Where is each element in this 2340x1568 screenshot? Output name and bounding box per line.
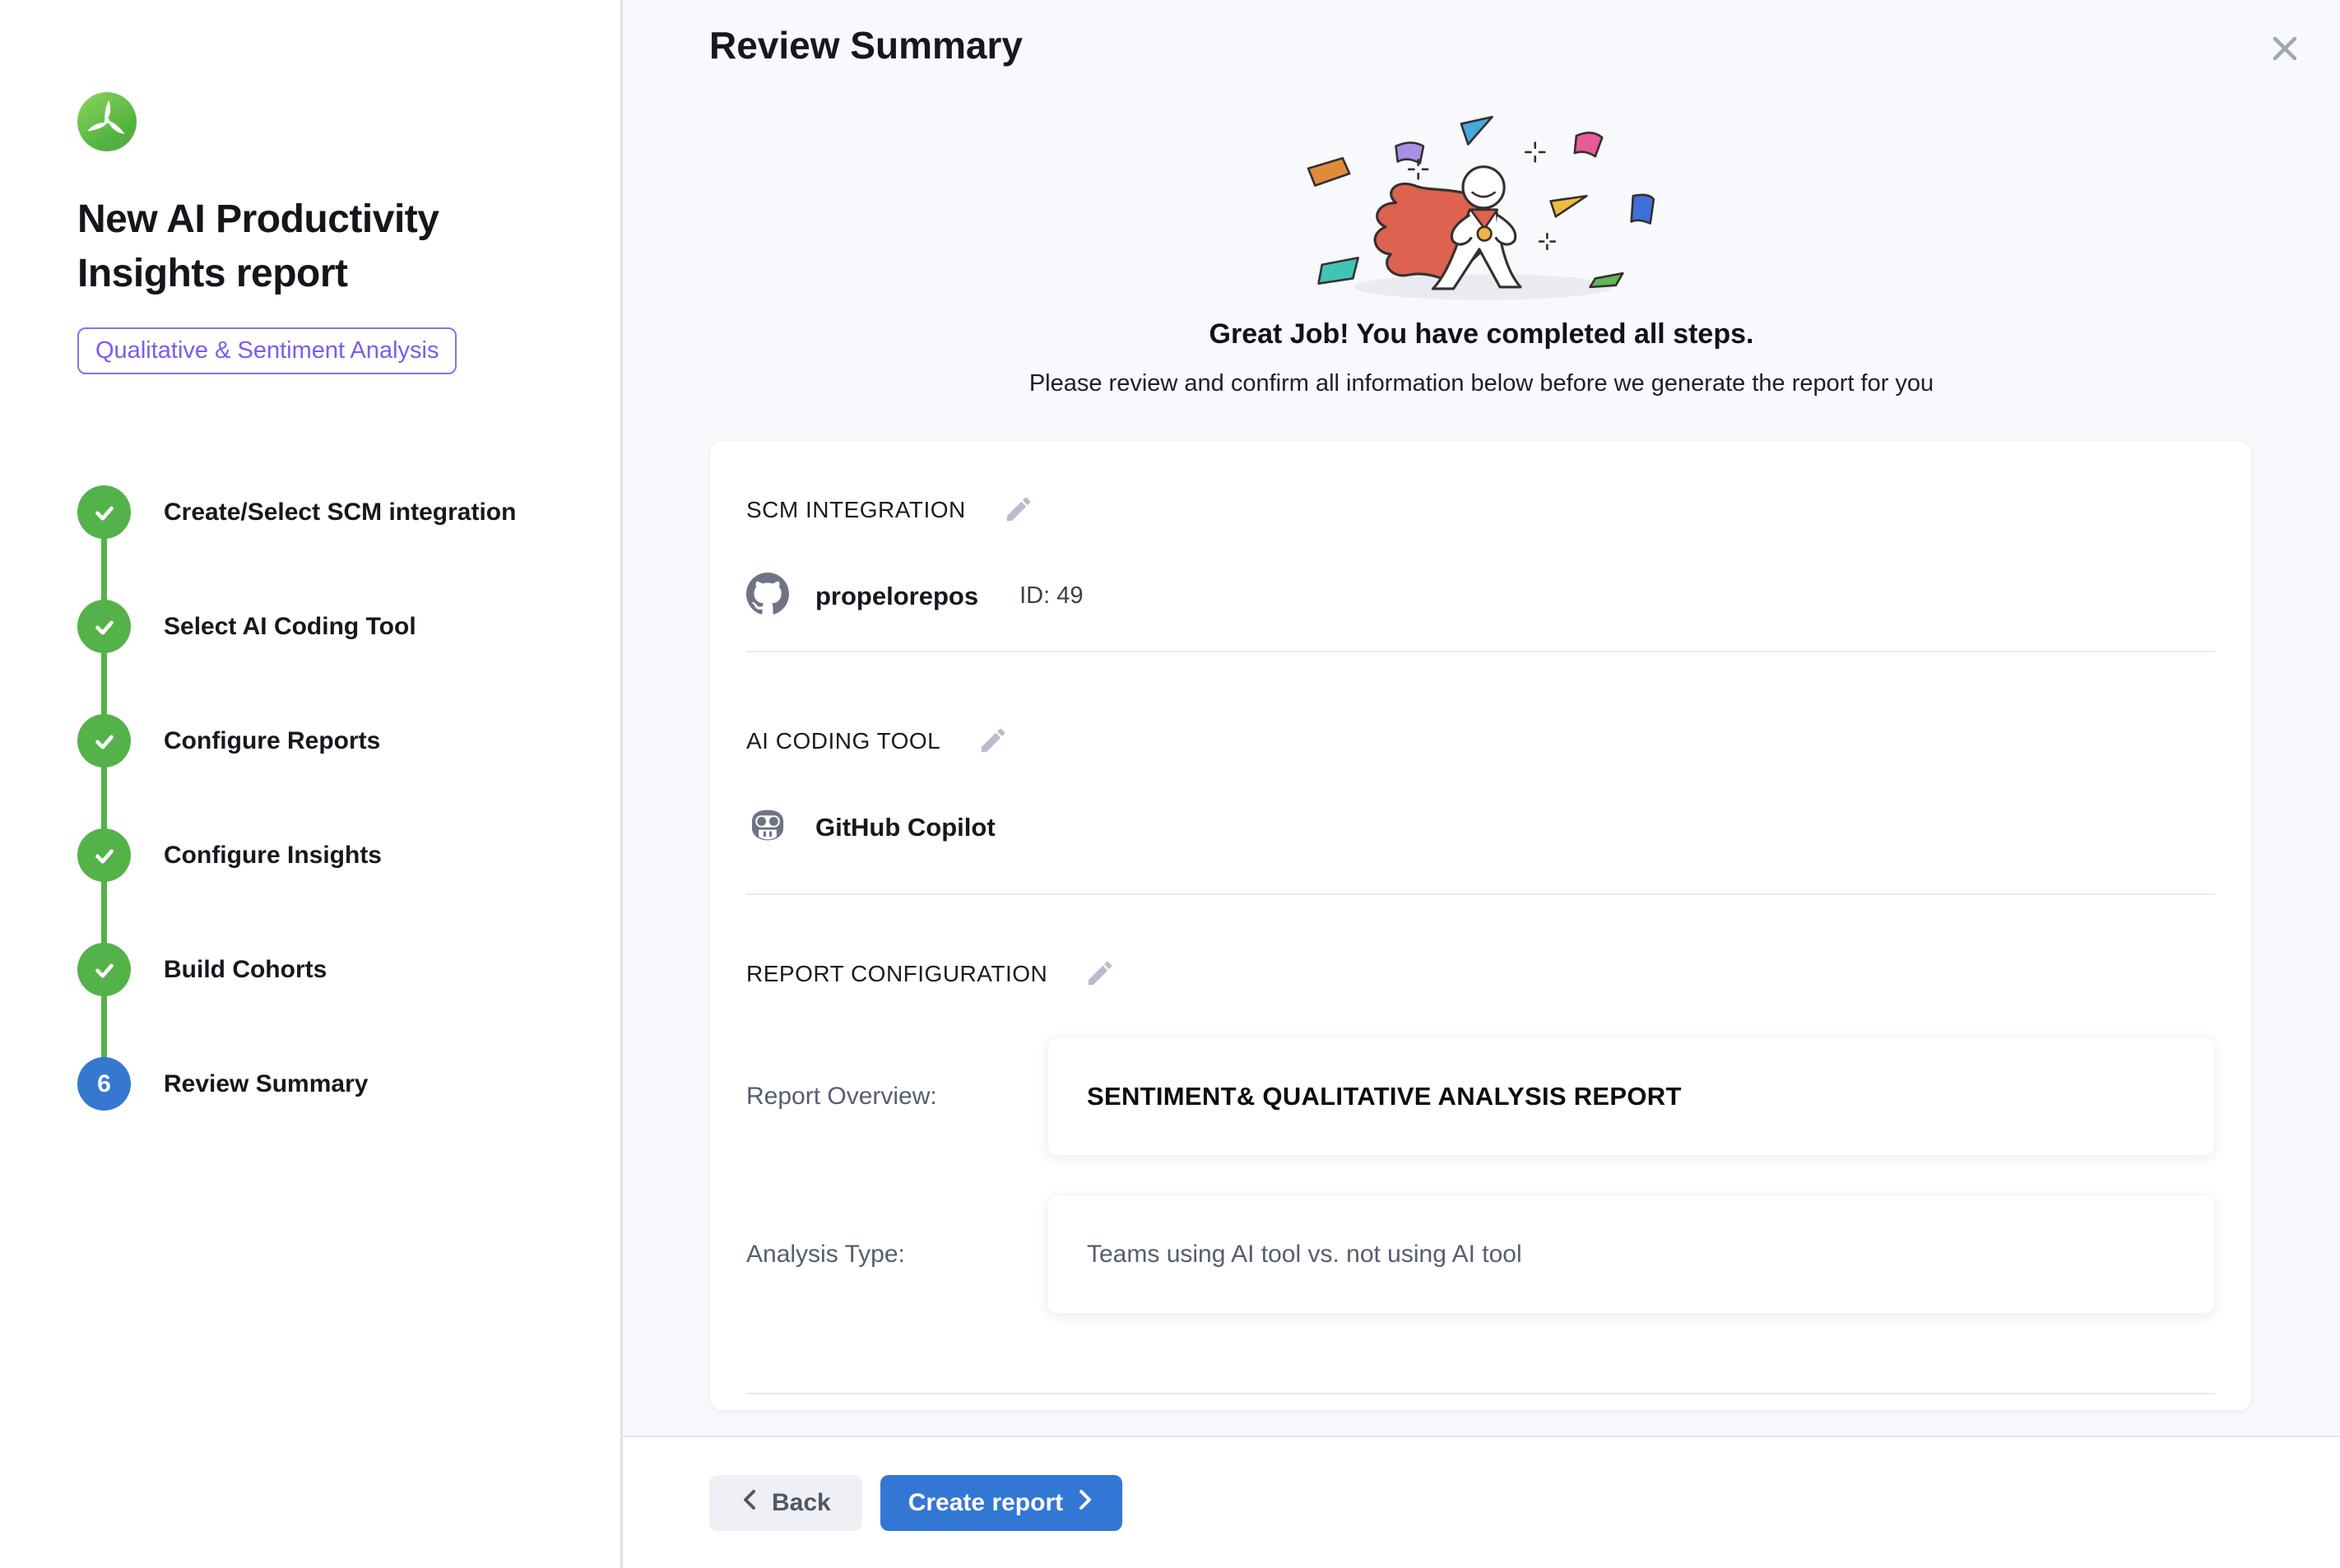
step-done-check-icon	[77, 600, 131, 653]
report-overview-row: Report Overview: SENTIMENT& QUALITATIVE …	[746, 1037, 2215, 1156]
scm-integration-section: SCM INTEGRATION propelorepos	[746, 441, 2215, 651]
step-done-check-icon	[77, 828, 131, 882]
step-done-check-icon	[77, 714, 131, 768]
wizard-steps: Create/Select SCM integration Select AI …	[77, 455, 587, 1141]
step-done-check-icon	[77, 485, 131, 539]
analysis-type-label: Analysis Type:	[746, 1241, 1047, 1269]
chevron-right-icon	[1076, 1487, 1094, 1519]
github-icon	[746, 573, 789, 619]
scm-integration-name: propelorepos	[815, 582, 978, 611]
step-label: Select AI Coding Tool	[164, 613, 416, 641]
back-button-label: Back	[772, 1489, 831, 1517]
wizard-sidebar: New AI Productivity Insights report Qual…	[0, 0, 623, 1568]
scm-integration-row: propelorepos ID: 49	[746, 573, 2215, 619]
scm-integration-id: ID: 49	[1019, 582, 1083, 610]
wizard-footer: Back Create report	[623, 1436, 2340, 1568]
app-logo	[77, 92, 137, 151]
step-label: Build Cohorts	[164, 956, 327, 984]
step-current-number: 6	[77, 1057, 131, 1111]
chevron-left-icon	[741, 1487, 759, 1519]
scm-integration-heading: SCM INTEGRATION	[746, 497, 966, 523]
step-done-check-icon	[77, 943, 131, 996]
close-icon[interactable]	[2266, 30, 2304, 67]
report-overview-value: SENTIMENT& QUALITATIVE ANALYSIS REPORT	[1087, 1082, 1682, 1111]
ai-coding-tool-heading: AI CODING TOOL	[746, 728, 940, 754]
step-label: Configure Reports	[164, 727, 380, 755]
step-configure-reports[interactable]: Configure Reports	[77, 684, 587, 798]
report-overview-label: Report Overview:	[746, 1083, 1047, 1111]
step-configure-insights[interactable]: Configure Insights	[77, 798, 587, 912]
review-summary-panel: Review Summary	[623, 0, 2340, 1568]
ai-coding-tool-name: GitHub Copilot	[815, 813, 996, 842]
congrats-title: Great Job! You have completed all steps.	[623, 318, 2340, 350]
back-button[interactable]: Back	[709, 1475, 862, 1531]
step-label: Configure Insights	[164, 842, 382, 870]
celebration-hero-illustration	[1293, 115, 1671, 308]
edit-report-config-pencil-icon[interactable]	[1084, 958, 1117, 990]
edit-ai-tool-pencil-icon[interactable]	[977, 725, 1010, 758]
divider	[746, 1393, 2215, 1394]
edit-scm-pencil-icon[interactable]	[1002, 494, 1035, 527]
ai-coding-tool-section: AI CODING TOOL	[746, 652, 2215, 893]
ai-coding-tool-row: GitHub Copilot	[746, 804, 2215, 851]
review-summary-card: SCM INTEGRATION propelorepos	[709, 440, 2252, 1411]
create-report-button-label: Create report	[908, 1489, 1063, 1517]
step-create-select-scm-integration[interactable]: Create/Select SCM integration	[77, 455, 587, 569]
report-configuration-heading: REPORT CONFIGURATION	[746, 961, 1047, 987]
page-title: Review Summary	[709, 23, 2340, 67]
congrats-subtitle: Please review and confirm all informatio…	[623, 370, 2340, 397]
report-configuration-section: REPORT CONFIGURATION Report Overview: SE…	[746, 895, 2215, 1393]
congrats-block: Great Job! You have completed all steps.…	[623, 115, 2340, 397]
analysis-type-row: Analysis Type: Teams using AI tool vs. n…	[746, 1195, 2215, 1314]
report-overview-value-box: SENTIMENT& QUALITATIVE ANALYSIS REPORT	[1047, 1037, 2215, 1156]
step-build-cohorts[interactable]: Build Cohorts	[77, 912, 587, 1027]
analysis-type-value-box: Teams using AI tool vs. not using AI too…	[1047, 1195, 2215, 1314]
create-report-button[interactable]: Create report	[880, 1475, 1122, 1531]
app-window: New AI Productivity Insights report Qual…	[0, 0, 2340, 1568]
wizard-title: New AI Productivity Insights report	[77, 193, 555, 301]
step-review-summary[interactable]: 6 Review Summary	[77, 1027, 587, 1141]
github-copilot-icon	[746, 804, 789, 851]
propeller-icon	[77, 90, 137, 154]
step-select-ai-coding-tool[interactable]: Select AI Coding Tool	[77, 569, 587, 684]
step-label: Create/Select SCM integration	[164, 499, 516, 527]
analysis-type-value: Teams using AI tool vs. not using AI too…	[1087, 1241, 1522, 1269]
analysis-type-badge: Qualitative & Sentiment Analysis	[77, 327, 457, 374]
step-label: Review Summary	[164, 1070, 368, 1098]
